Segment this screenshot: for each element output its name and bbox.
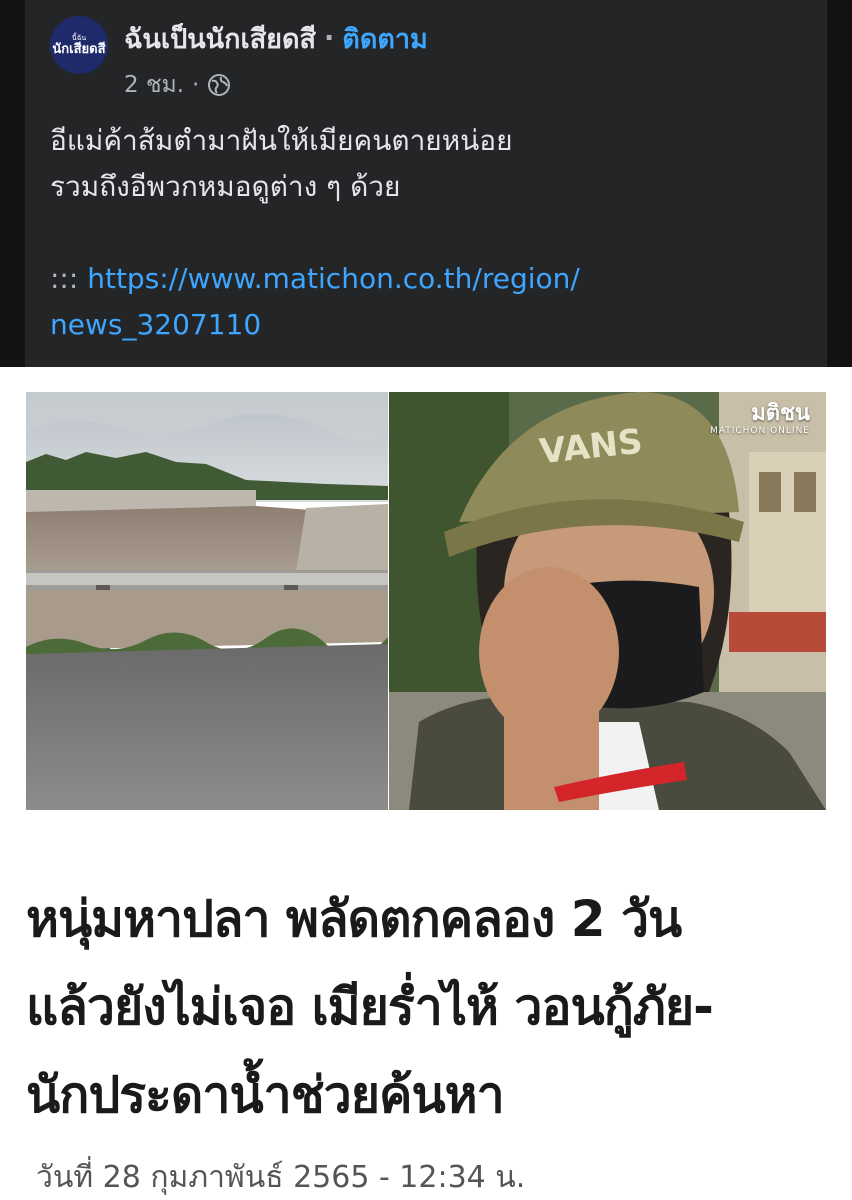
meta-separator: · — [192, 72, 200, 98]
headline-line: หนุ่มหาปลา พลัดตกคลอง 2 วัน — [26, 890, 682, 948]
watermark-main: มติชน — [751, 401, 810, 426]
woman-photo[interactable]: มติชน MATICHON ONLINE VANS — [389, 392, 826, 810]
post-text-line: รวมถึงอีพวกหมอดูต่าง ๆ ด้วย — [50, 170, 401, 203]
post-link-block: ::: https://www.matichon.co.th/region/ n… — [50, 256, 810, 348]
post-timestamp[interactable]: 2 ชม. — [124, 67, 184, 103]
header-separator: · — [324, 22, 335, 54]
article-headline: หนุ่มหาปลา พลัดตกคลอง 2 วัน แล้วยังไม่เจ… — [26, 875, 826, 1139]
article-date: วันที่ 28 กุมภาพันธ์ 2565 - 12:34 น. — [36, 1160, 526, 1195]
avatar-name-text: นักเสียดสี — [52, 41, 106, 57]
headline-line: แล้วยังไม่เจอ เมียร่ำไห้ วอนกู้ภัย- — [26, 978, 714, 1036]
avatar[interactable]: นี้ฉัน นักเสียดสี — [50, 16, 108, 74]
post-message: อีแม่ค้าส้มตำมาฝันให้เมียคนตายหน่อย รวมถ… — [50, 118, 810, 210]
follow-button[interactable]: ติดตาม — [342, 17, 428, 60]
article-link-continued[interactable]: news_3207110 — [50, 308, 261, 341]
globe-icon[interactable] — [207, 73, 231, 97]
post-header: ฉันเป็นนักเสียดสี · ติดตาม — [124, 18, 428, 58]
article-link[interactable]: https://www.matichon.co.th/region/ — [87, 262, 580, 295]
watermark-sub: MATICHON ONLINE — [709, 426, 810, 436]
cap-logo-text: VANS — [538, 422, 645, 468]
avatar-small-text: นี้ฉัน — [71, 33, 87, 42]
cap-logo: VANS — [538, 422, 645, 468]
matichon-watermark: มติชน MATICHON ONLINE — [709, 401, 810, 437]
post-text-line: อีแม่ค้าส้มตำมาฝันให้เมียคนตายหน่อย — [50, 124, 513, 157]
post-meta: 2 ชม. · — [124, 68, 231, 102]
link-prefix: ::: — [50, 262, 79, 295]
canal-photo[interactable] — [26, 392, 388, 810]
page-name-link[interactable]: ฉันเป็นนักเสียดสี — [124, 17, 316, 60]
headline-line: นักประดาน้ำช่วยค้นหา — [26, 1066, 505, 1124]
